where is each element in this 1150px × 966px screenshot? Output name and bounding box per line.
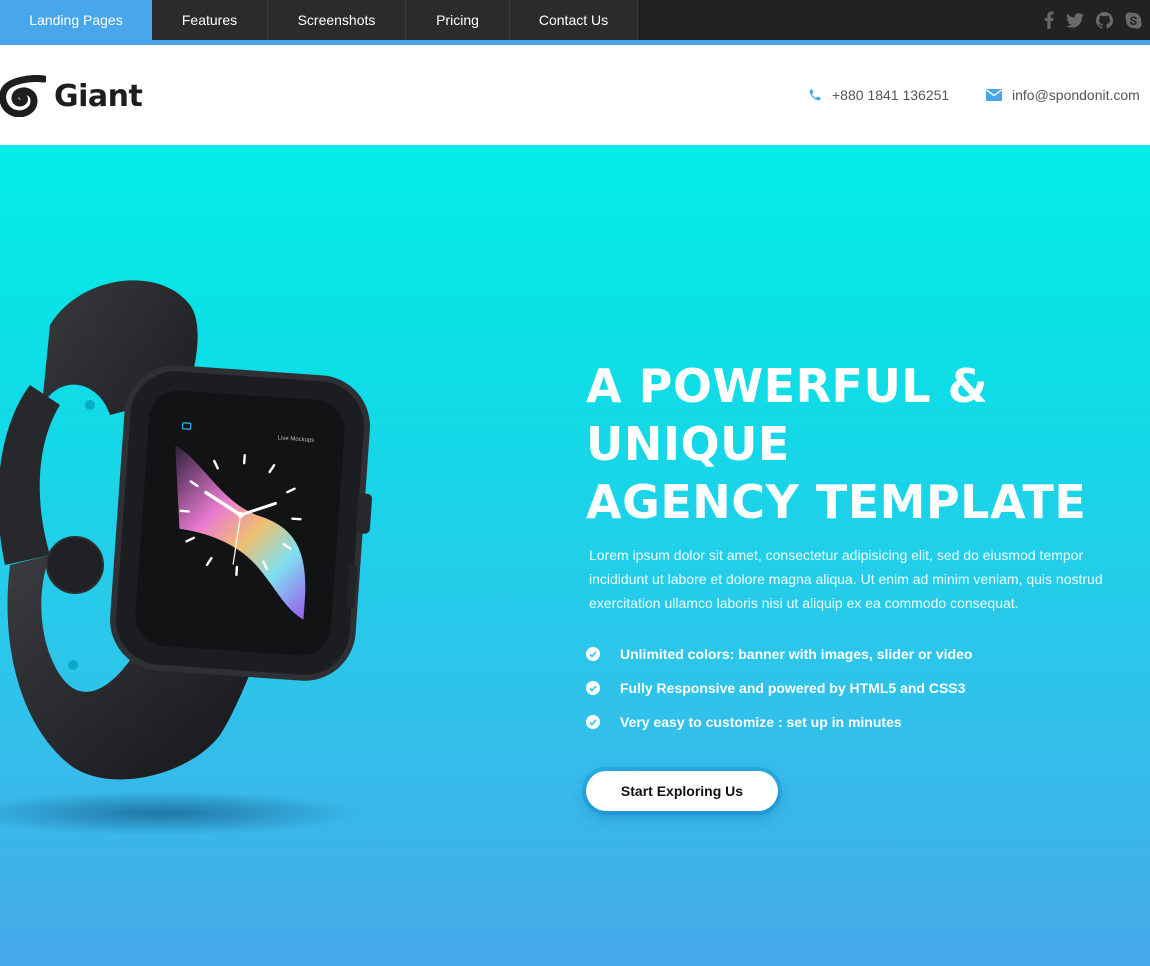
envelope-icon <box>986 89 1002 101</box>
phone-icon <box>809 89 821 101</box>
nav-item-screenshots[interactable]: Screenshots <box>268 0 406 40</box>
github-icon[interactable] <box>1096 11 1113 29</box>
feature-item: Very easy to customize : set up in minut… <box>586 705 1126 739</box>
feature-text: Fully Responsive and powered by HTML5 an… <box>620 680 966 696</box>
hero-content: A POWERFUL & UNIQUE AGENCY TEMPLATE Lore… <box>586 357 1126 811</box>
nav-item-features[interactable]: Features <box>152 0 268 40</box>
twitter-icon[interactable] <box>1066 12 1084 28</box>
logo[interactable]: Giant <box>0 75 143 117</box>
feature-list: Unlimited colors: banner with images, sl… <box>586 637 1126 739</box>
nav-item-pricing[interactable]: Pricing <box>406 0 510 40</box>
phone-number: +880 1841 136251 <box>832 87 950 103</box>
logo-text: Giant <box>54 78 143 114</box>
email-address: info@spondonit.com <box>1012 87 1140 103</box>
header-email[interactable]: info@spondonit.com <box>986 87 1140 103</box>
nav-item-contact-us[interactable]: Contact Us <box>510 0 638 40</box>
feature-item: Unlimited colors: banner with images, sl… <box>586 637 1126 671</box>
hero-description: Lorem ipsum dolor sit amet, consectetur … <box>589 547 1103 611</box>
hero-title: A POWERFUL & UNIQUE AGENCY TEMPLATE <box>586 357 1126 531</box>
start-exploring-button[interactable]: Start Exploring Us <box>586 771 778 811</box>
smartwatch-image: Live Mockups <box>0 265 410 845</box>
social-links <box>1044 0 1142 40</box>
check-icon <box>586 647 600 661</box>
hero-section: Live Mockups A POWERFUL & UNIQUE AGENCY … <box>0 145 1150 966</box>
feature-text: Unlimited colors: banner with images, sl… <box>620 646 973 662</box>
hero-title-line-2: AGENCY TEMPLATE <box>586 475 1087 529</box>
nav-item-landing-pages[interactable]: Landing Pages <box>0 0 152 40</box>
check-icon <box>586 681 600 695</box>
skype-icon[interactable] <box>1125 11 1142 29</box>
check-icon <box>586 715 600 729</box>
feature-text: Very easy to customize : set up in minut… <box>620 714 902 730</box>
top-nav-bar: Landing Pages Features Screenshots Prici… <box>0 0 1150 40</box>
site-header: Giant +880 1841 136251 info@spondonit.co… <box>0 45 1150 145</box>
feature-item: Fully Responsive and powered by HTML5 an… <box>586 671 1126 705</box>
logo-icon <box>0 75 46 117</box>
header-phone[interactable]: +880 1841 136251 <box>808 87 949 103</box>
facebook-icon[interactable] <box>1044 11 1054 29</box>
main-nav: Landing Pages Features Screenshots Prici… <box>0 0 638 40</box>
hero-title-line-1: A POWERFUL & UNIQUE <box>586 359 989 471</box>
